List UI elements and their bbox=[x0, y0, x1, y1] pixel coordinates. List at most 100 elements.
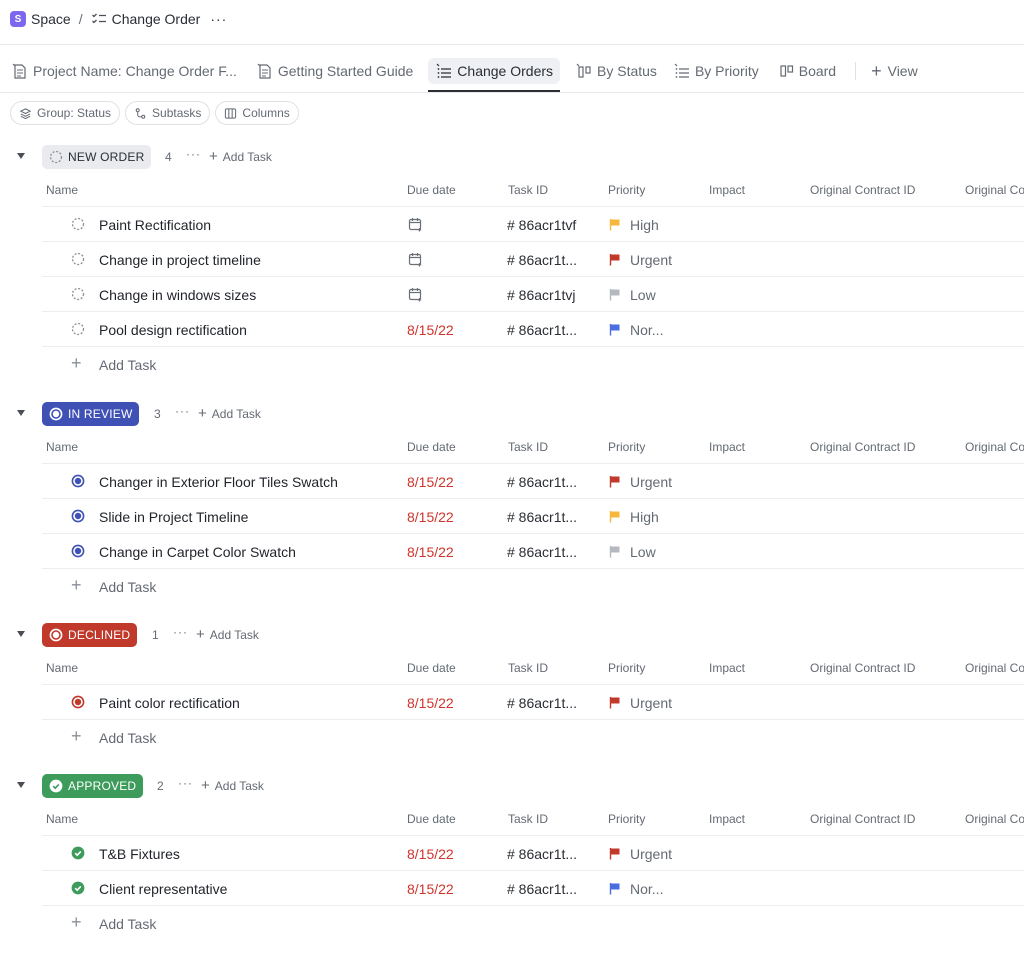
task-status-icon[interactable] bbox=[71, 846, 85, 860]
col-original-co[interactable]: Original Co bbox=[965, 183, 1024, 197]
task-priority[interactable]: Nor... bbox=[630, 322, 663, 338]
task-row[interactable]: Change in Carpet Color Swatch 8/15/22 # 86… bbox=[42, 533, 1024, 568]
space-avatar[interactable]: S bbox=[10, 11, 26, 27]
calendar-add-icon[interactable] bbox=[408, 217, 423, 235]
tab-project-doc[interactable]: Project Name: Change Order F... bbox=[0, 50, 244, 92]
col-name[interactable]: Name bbox=[46, 661, 78, 675]
tab-by-priority[interactable]: By Priority bbox=[666, 50, 766, 92]
group-by-chip[interactable]: Group: Status bbox=[10, 101, 121, 125]
task-id[interactable]: # 86acr1t... bbox=[507, 846, 577, 862]
task-priority[interactable]: High bbox=[630, 509, 659, 525]
col-priority[interactable]: Priority bbox=[608, 440, 645, 454]
task-row[interactable]: Paint Rectification # 86acr1tvf High bbox=[42, 206, 1024, 241]
task-due-date[interactable]: 8/15/22 bbox=[407, 846, 454, 862]
add-task-row[interactable]: + Add Task bbox=[42, 905, 1024, 940]
col-impact[interactable]: Impact bbox=[709, 812, 745, 826]
task-priority[interactable]: Low bbox=[630, 544, 656, 560]
col-original-contract-id[interactable]: Original Contract ID bbox=[810, 440, 915, 454]
breadcrumb-more-button[interactable]: ··· bbox=[210, 11, 227, 27]
task-name[interactable]: Paint color rectification bbox=[99, 695, 240, 711]
subtasks-chip[interactable]: Subtasks bbox=[125, 101, 211, 125]
task-priority[interactable]: Urgent bbox=[630, 252, 672, 268]
col-task-id[interactable]: Task ID bbox=[508, 440, 548, 454]
columns-chip[interactable]: Columns bbox=[215, 101, 299, 125]
calendar-add-icon[interactable] bbox=[408, 287, 423, 305]
task-row[interactable]: Change in windows sizes # 86acr1tvj Low bbox=[42, 276, 1024, 311]
col-name[interactable]: Name bbox=[46, 440, 78, 454]
task-id[interactable]: # 86acr1t... bbox=[507, 544, 577, 560]
task-row[interactable]: Paint color rectification 8/15/22 # 86acr1… bbox=[42, 684, 1024, 719]
task-name[interactable]: Change in Carpet Color Swatch bbox=[99, 544, 296, 560]
col-original-contract-id[interactable]: Original Contract ID bbox=[810, 183, 915, 197]
col-name[interactable]: Name bbox=[46, 183, 78, 197]
add-task-row[interactable]: + Add Task bbox=[42, 568, 1024, 603]
task-status-icon[interactable] bbox=[71, 252, 85, 266]
group-add-task-button[interactable]: + Add Task bbox=[198, 406, 261, 421]
task-priority[interactable]: Urgent bbox=[630, 474, 672, 490]
task-row[interactable]: Changer in Exterior Floor Tiles Swatch 8/… bbox=[42, 463, 1024, 498]
task-status-icon[interactable] bbox=[71, 217, 85, 231]
task-status-icon[interactable] bbox=[71, 544, 85, 558]
tab-getting-started[interactable]: Getting Started Guide bbox=[249, 50, 420, 92]
task-id[interactable]: # 86acr1tvj bbox=[507, 287, 575, 303]
col-impact[interactable]: Impact bbox=[709, 183, 745, 197]
col-impact[interactable]: Impact bbox=[709, 440, 745, 454]
breadcrumb-list[interactable]: Change Order bbox=[112, 11, 201, 27]
task-name[interactable]: Change in windows sizes bbox=[99, 287, 256, 303]
task-due-date[interactable]: 8/15/22 bbox=[407, 544, 454, 560]
task-name[interactable]: Change in project timeline bbox=[99, 252, 261, 268]
collapse-caret-icon[interactable] bbox=[17, 782, 25, 788]
col-original-contract-id[interactable]: Original Contract ID bbox=[810, 661, 915, 675]
col-impact[interactable]: Impact bbox=[709, 661, 745, 675]
task-name[interactable]: Changer in Exterior Floor Tiles Swatch bbox=[99, 474, 338, 490]
status-pill[interactable]: DECLINED bbox=[42, 623, 138, 647]
tab-change-orders[interactable]: Change Orders bbox=[428, 50, 561, 92]
task-due-date[interactable]: 8/15/22 bbox=[407, 322, 454, 338]
col-due-date[interactable]: Due date bbox=[407, 183, 456, 197]
col-priority[interactable]: Priority bbox=[608, 661, 645, 675]
col-original-co[interactable]: Original Co bbox=[965, 812, 1024, 826]
group-add-task-button[interactable]: + Add Task bbox=[209, 149, 272, 164]
task-priority[interactable]: Urgent bbox=[630, 846, 672, 862]
task-status-icon[interactable] bbox=[71, 474, 85, 488]
col-original-co[interactable]: Original Co bbox=[965, 440, 1024, 454]
task-due-date[interactable]: 8/15/22 bbox=[407, 881, 454, 897]
add-task-row[interactable]: + Add Task bbox=[42, 719, 1024, 754]
task-name[interactable]: Pool design rectification bbox=[99, 322, 247, 338]
col-priority[interactable]: Priority bbox=[608, 812, 645, 826]
status-pill[interactable]: IN REVIEW bbox=[42, 402, 140, 426]
task-name[interactable]: Client representative bbox=[99, 881, 227, 897]
col-due-date[interactable]: Due date bbox=[407, 812, 456, 826]
task-id[interactable]: # 86acr1t... bbox=[507, 695, 577, 711]
status-pill[interactable]: NEW ORDER bbox=[42, 145, 152, 169]
status-pill[interactable]: APPROVED bbox=[42, 774, 144, 798]
task-id[interactable]: # 86acr1t... bbox=[507, 474, 577, 490]
task-priority[interactable]: Low bbox=[630, 287, 656, 303]
col-original-co[interactable]: Original Co bbox=[965, 661, 1024, 675]
task-due-date[interactable]: 8/15/22 bbox=[407, 695, 454, 711]
col-task-id[interactable]: Task ID bbox=[508, 812, 548, 826]
task-row[interactable]: Client representative 8/15/22 # 86acr1t...… bbox=[42, 870, 1024, 905]
calendar-add-icon[interactable] bbox=[408, 252, 423, 270]
task-name[interactable]: Slide in Project Timeline bbox=[99, 509, 248, 525]
task-status-icon[interactable] bbox=[71, 509, 85, 523]
col-original-contract-id[interactable]: Original Contract ID bbox=[810, 812, 915, 826]
task-priority[interactable]: Nor... bbox=[630, 881, 663, 897]
task-due-date[interactable]: 8/15/22 bbox=[407, 474, 454, 490]
tab-by-status[interactable]: By Status bbox=[568, 50, 664, 92]
group-add-task-button[interactable]: + Add Task bbox=[196, 627, 259, 642]
task-name[interactable]: Paint Rectification bbox=[99, 217, 211, 233]
task-status-icon[interactable] bbox=[71, 881, 85, 895]
task-due-date[interactable]: 8/15/22 bbox=[407, 509, 454, 525]
col-name[interactable]: Name bbox=[46, 812, 78, 826]
group-more-button[interactable]: ··· bbox=[178, 776, 193, 790]
add-task-row[interactable]: + Add Task bbox=[42, 346, 1024, 381]
task-id[interactable]: # 86acr1t... bbox=[507, 322, 577, 338]
task-priority[interactable]: Urgent bbox=[630, 695, 672, 711]
task-row[interactable]: Slide in Project Timeline 8/15/22 # 86acr1… bbox=[42, 498, 1024, 533]
col-task-id[interactable]: Task ID bbox=[508, 661, 548, 675]
add-view-button[interactable]: + View bbox=[864, 50, 925, 92]
task-status-icon[interactable] bbox=[71, 322, 85, 336]
group-more-button[interactable]: ··· bbox=[173, 625, 188, 639]
task-name[interactable]: T&B Fixtures bbox=[99, 846, 180, 862]
